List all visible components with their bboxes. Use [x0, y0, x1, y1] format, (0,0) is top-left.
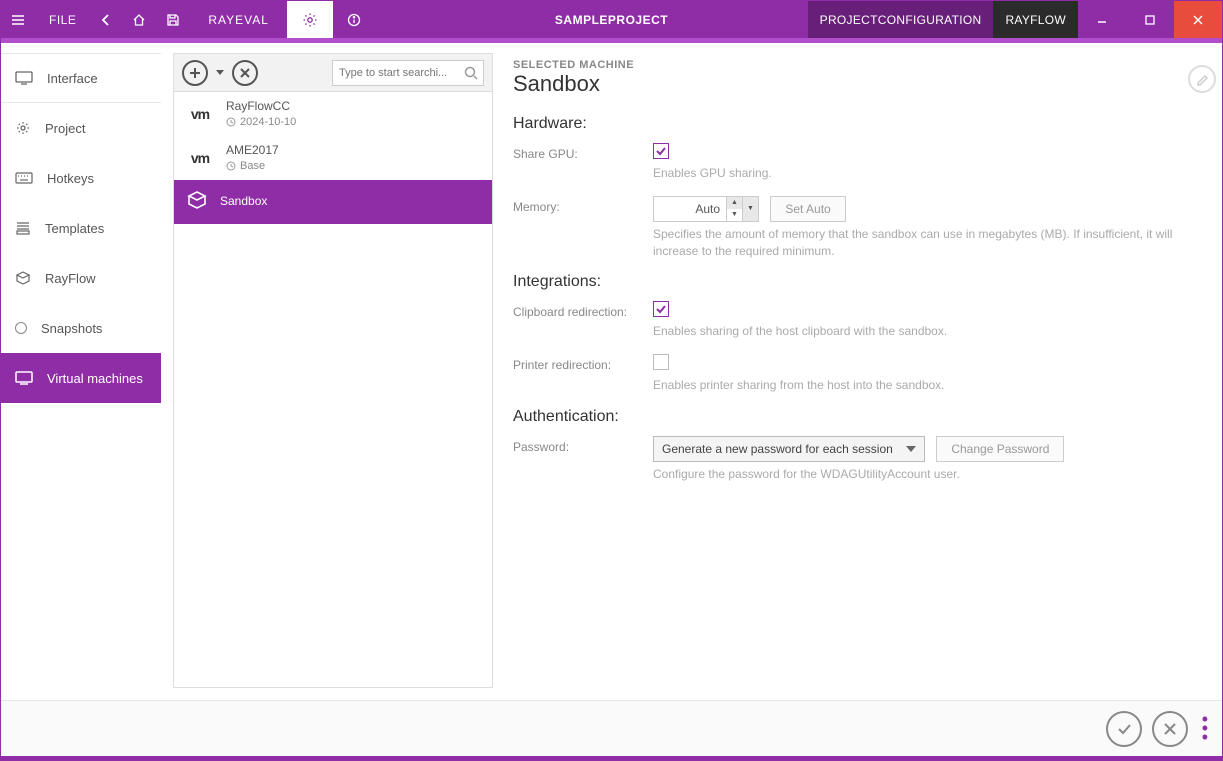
spin-dropdown[interactable]: ▼ — [743, 197, 758, 221]
sidebar-label: Snapshots — [41, 321, 102, 336]
sidebar-label: Virtual machines — [47, 371, 143, 386]
sidebar-item-hotkeys[interactable]: Hotkeys — [1, 153, 161, 203]
machine-list-panel: vm RayFlowCC 2024-10-10 vm AME2017 Base — [173, 53, 493, 688]
minimize-button[interactable] — [1078, 1, 1126, 38]
app-brand: RAYEVAL — [190, 1, 287, 38]
menu-icon[interactable] — [1, 1, 35, 38]
vm-icon: vm — [186, 150, 214, 166]
section-integrations: Integrations: — [513, 273, 1198, 291]
set-auto-button[interactable]: Set Auto — [770, 196, 845, 222]
home-button[interactable] — [122, 1, 156, 38]
password-select[interactable]: Generate a new password for each session — [653, 436, 925, 462]
search-input[interactable] — [333, 67, 483, 79]
label-clipboard: Clipboard redirection: — [513, 301, 653, 319]
sidebar-label: RayFlow — [45, 271, 96, 286]
titlebar: FILE RAYEVAL SAMPLEPROJECT PROJECTCONFIG… — [1, 1, 1222, 38]
item-name: Sandbox — [220, 194, 267, 210]
footer: ••• — [1, 700, 1222, 756]
settings-tab[interactable] — [287, 1, 333, 38]
spin-up[interactable]: ▲ — [727, 197, 742, 209]
label-password: Password: — [513, 436, 653, 454]
add-button[interactable] — [182, 60, 208, 86]
sidebar-item-templates[interactable]: Templates — [1, 203, 161, 253]
sidebar-item-interface[interactable]: Interface — [1, 53, 161, 103]
change-password-button[interactable]: Change Password — [936, 436, 1064, 462]
vm-icon: vm — [186, 106, 214, 122]
item-sub: 2024-10-10 — [240, 115, 296, 129]
item-sub: Base — [240, 159, 265, 173]
sidebar-label: Hotkeys — [47, 171, 94, 186]
label-printer: Printer redirection: — [513, 354, 653, 372]
list-item[interactable]: vm RayFlowCC 2024-10-10 — [174, 92, 492, 136]
delete-button[interactable] — [232, 60, 258, 86]
tab-rayflow[interactable]: RAYFLOW — [993, 1, 1078, 38]
circle-icon — [15, 322, 27, 334]
detail-title: Sandbox — [513, 71, 1198, 97]
sidebar-item-rayflow[interactable]: RayFlow — [1, 253, 161, 303]
hint-share-gpu: Enables GPU sharing. — [653, 165, 1193, 182]
hint-password: Configure the password for the WDAGUtili… — [653, 466, 1193, 483]
hint-memory: Specifies the amount of memory that the … — [653, 226, 1193, 260]
checkbox-printer[interactable] — [653, 354, 669, 370]
sidebar-label: Interface — [47, 71, 98, 86]
list-item-selected[interactable]: Sandbox — [174, 180, 492, 224]
back-button[interactable] — [90, 1, 122, 38]
add-dropdown[interactable] — [214, 70, 226, 76]
item-name: RayFlowCC — [226, 99, 296, 115]
section-hardware: Hardware: — [513, 115, 1198, 133]
sidebar-item-virtual-machines[interactable]: Virtual machines — [1, 353, 161, 403]
project-title: SAMPLEPROJECT — [555, 1, 668, 38]
search-icon — [463, 65, 479, 86]
label-memory: Memory: — [513, 196, 653, 214]
sidebar-label: Project — [45, 121, 85, 136]
sidebar-item-project[interactable]: Project — [1, 103, 161, 153]
sidebar-item-snapshots[interactable]: Snapshots — [1, 303, 161, 353]
checkbox-share-gpu[interactable] — [653, 143, 669, 159]
item-name: AME2017 — [226, 143, 279, 159]
cancel-button[interactable] — [1152, 711, 1188, 747]
memory-value: Auto — [654, 197, 726, 221]
info-button[interactable] — [333, 1, 375, 38]
machine-list-toolbar — [174, 54, 492, 92]
checkbox-clipboard[interactable] — [653, 301, 669, 317]
spin-down[interactable]: ▼ — [727, 209, 742, 221]
save-button[interactable] — [156, 1, 190, 38]
label-share-gpu: Share GPU: — [513, 143, 653, 161]
select-value: Generate a new password for each session — [662, 442, 893, 456]
bottom-accent — [1, 756, 1222, 760]
sidebar-label: Templates — [45, 221, 104, 236]
ok-button[interactable] — [1106, 711, 1142, 747]
edit-button[interactable] — [1188, 65, 1216, 93]
hint-clipboard: Enables sharing of the host clipboard wi… — [653, 323, 1193, 340]
tab-project-config[interactable]: PROJECTCONFIGURATION — [808, 1, 994, 38]
memory-spinner[interactable]: Auto ▲▼ ▼ — [653, 196, 759, 222]
sandbox-icon — [186, 189, 208, 216]
more-icon[interactable]: ••• — [1198, 716, 1208, 742]
settings-sidebar: Interface Project Hotkeys Templates RayF… — [1, 53, 161, 700]
close-button[interactable] — [1174, 1, 1222, 38]
hint-printer: Enables printer sharing from the host in… — [653, 377, 1193, 394]
list-item[interactable]: vm AME2017 Base — [174, 136, 492, 180]
detail-panel: SELECTED MACHINE Sandbox Hardware: Share… — [505, 53, 1222, 700]
maximize-button[interactable] — [1126, 1, 1174, 38]
search-box[interactable] — [332, 60, 484, 86]
section-auth: Authentication: — [513, 408, 1198, 426]
detail-eyebrow: SELECTED MACHINE — [513, 59, 1198, 71]
file-menu[interactable]: FILE — [35, 1, 90, 38]
